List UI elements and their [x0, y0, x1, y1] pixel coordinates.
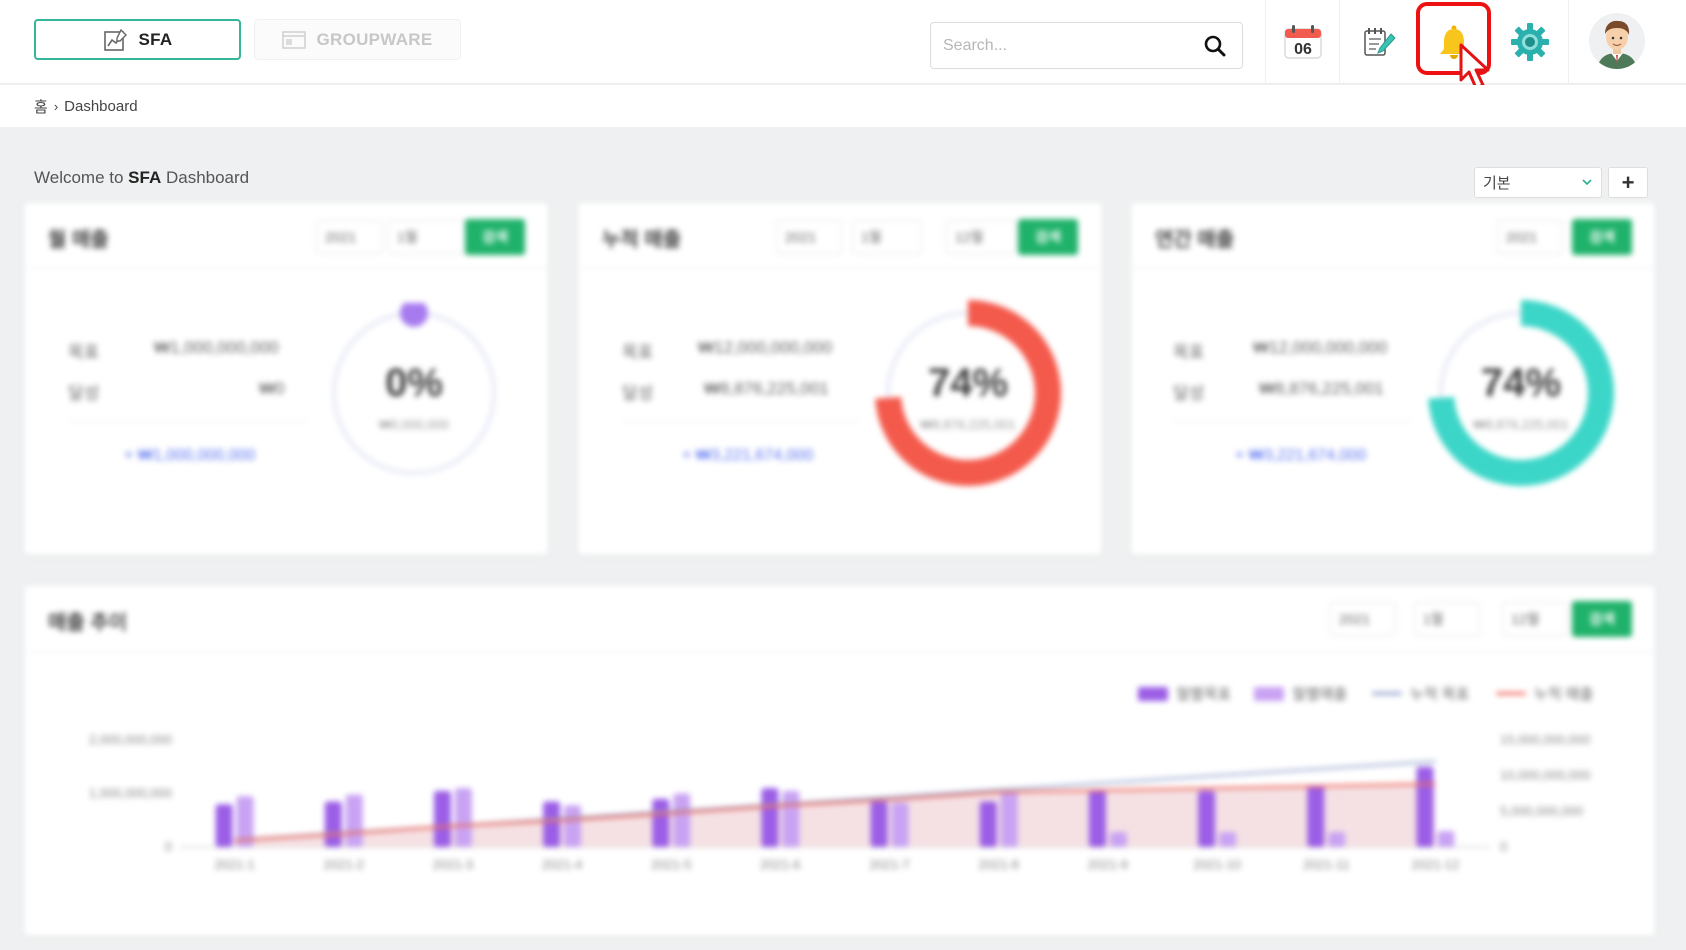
bar [1198, 790, 1216, 847]
sales-trend-chart: 2021-1 2021-2 2021-3 2021-4 2021-5 2021-6 2021… [89, 732, 1591, 872]
cumulative-sales-area [234, 783, 1436, 847]
bar [673, 793, 691, 847]
bar [564, 805, 582, 847]
bar [1437, 830, 1455, 847]
bar [543, 801, 561, 847]
y-right-tick-label: 5,000,000,000 [1500, 803, 1583, 818]
x-tick-label: 2021-7 [869, 857, 909, 872]
bar [1328, 832, 1346, 847]
bar [454, 788, 472, 847]
bar [761, 788, 779, 847]
y-right-tick-label: 0 [1500, 839, 1507, 854]
bar [652, 798, 670, 847]
x-tick-label: 2021-12 [1412, 857, 1460, 872]
bar [1416, 766, 1434, 847]
x-tick-label: 2021-11 [1303, 857, 1350, 872]
y-right-tick-label: 10,000,000,000 [1500, 768, 1590, 783]
bar [870, 801, 888, 847]
bar [324, 801, 342, 847]
x-tick-label: 2021-6 [760, 857, 800, 872]
y-right-tick-label: 15,000,000,000 [1500, 732, 1590, 747]
bar [1307, 785, 1325, 847]
x-tick-label: 2021-5 [651, 857, 691, 872]
y-left-tick-label: 1,000,000,000 [89, 786, 172, 801]
bar [1000, 790, 1018, 847]
bar [1088, 790, 1106, 847]
bar [891, 802, 909, 847]
x-tick-label: 2021-3 [433, 857, 473, 872]
x-tick-label: 2021-4 [542, 857, 582, 872]
y-left-tick-label: 2,000,000,000 [89, 732, 172, 747]
bar [979, 801, 997, 847]
x-tick-label: 2021-10 [1193, 857, 1241, 872]
bar [215, 804, 233, 847]
x-tick-label: 2021-1 [214, 857, 254, 872]
bar [433, 790, 451, 847]
x-tick-label: 2021-8 [979, 857, 1019, 872]
bar [782, 790, 800, 847]
x-tick-label: 2021-2 [324, 857, 364, 872]
y-left-tick-label: 0 [165, 839, 172, 854]
x-tick-label: 2021-9 [1088, 857, 1128, 872]
bar [345, 794, 363, 847]
bar [1219, 832, 1237, 847]
bar [1109, 832, 1127, 847]
